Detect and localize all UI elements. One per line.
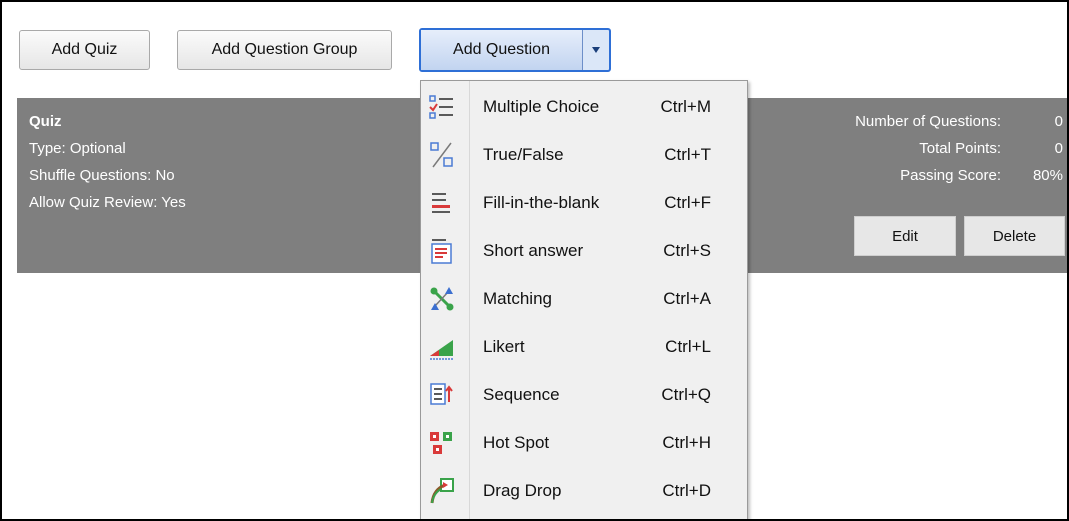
quiz-shuffle-setting: Shuffle Questions: No [29,167,175,184]
add-question-menu: Multiple Choice Ctrl+M True/False Ctrl+T [420,80,748,519]
stat-label: Number of Questions: [855,113,1001,130]
multiple-choice-icon [427,92,457,122]
menu-item-shortcut: Ctrl+T [664,145,711,164]
add-question-group-button[interactable]: Add Question Group [177,30,392,70]
quiz-stats: Number of Questions: 0 Total Points: 0 P… [855,108,1063,189]
stat-label: Passing Score: [900,167,1001,184]
stat-value: 0 [1054,140,1063,157]
menu-item-sequence[interactable]: Sequence Ctrl+Q [421,375,747,415]
menu-item-shortcut: Ctrl+D [662,481,711,500]
quiz-review-setting: Allow Quiz Review: Yes [29,194,186,211]
menu-item-shortcut: Ctrl+L [665,337,711,356]
menu-item-hot-spot[interactable]: Hot Spot Ctrl+H [421,423,747,463]
menu-item-label: Drag Drop [483,481,562,500]
fill-in-the-blank-icon [427,188,457,218]
add-quiz-button[interactable]: Add Quiz [19,30,150,70]
true-false-icon [427,140,457,170]
stat-row-questions: Number of Questions: 0 [855,108,1063,135]
menu-item-drag-drop[interactable]: Drag Drop Ctrl+D [421,471,747,511]
matching-icon [427,284,457,314]
sequence-icon [427,380,457,410]
menu-item-short-answer[interactable]: Short answer Ctrl+S [421,231,747,271]
menu-item-label: Fill-in-the-blank [483,193,600,212]
add-question-split-button[interactable]: Add Question [419,28,611,72]
menu-item-shortcut: Ctrl+A [663,289,711,308]
quiz-title: Quiz [29,113,62,130]
menu-item-matching[interactable]: Matching Ctrl+A [421,279,747,319]
stat-label: Total Points: [919,140,1001,157]
menu-item-shortcut: Ctrl+H [662,433,711,452]
delete-quiz-button[interactable]: Delete [964,216,1065,256]
menu-item-label: True/False [483,145,564,164]
edit-quiz-button[interactable]: Edit [854,216,956,256]
stat-row-points: Total Points: 0 [855,135,1063,162]
drag-drop-icon [427,476,457,506]
short-answer-icon [427,236,457,266]
menu-item-label: Sequence [483,385,560,404]
stat-value: 0 [1054,113,1063,130]
menu-item-label: Multiple Choice [483,97,600,116]
quiz-editor-window: Add Quiz Add Question Group Add Question… [0,0,1069,521]
menu-item-shortcut: Ctrl+Q [661,385,711,404]
quiz-type: Type: Optional [29,140,126,157]
likert-icon [427,332,457,362]
stat-value: 80% [1032,167,1063,184]
add-question-dropdown-arrow[interactable] [583,30,609,70]
add-question-button[interactable]: Add Question [421,30,583,70]
menu-item-multiple-choice[interactable]: Multiple Choice Ctrl+M [421,87,747,127]
hot-spot-icon [427,428,457,458]
menu-item-shortcut: Ctrl+M [660,97,711,116]
menu-item-shortcut: Ctrl+S [663,241,711,260]
quiz-info: Quiz Type: Optional Shuffle Questions: N… [29,108,186,216]
menu-item-fill-in-the-blank[interactable]: Fill-in-the-blank Ctrl+F [421,183,747,223]
menu-item-label: Hot Spot [483,433,550,452]
stat-row-passing-score: Passing Score: 80% [855,162,1063,189]
menu-item-label: Likert [483,337,525,356]
menu-item-likert[interactable]: Likert Ctrl+L [421,327,747,367]
menu-item-label: Matching [483,289,552,308]
chevron-down-icon [592,47,600,53]
menu-item-label: Short answer [483,241,584,260]
menu-item-true-false[interactable]: True/False Ctrl+T [421,135,747,175]
menu-item-shortcut: Ctrl+F [664,193,711,212]
